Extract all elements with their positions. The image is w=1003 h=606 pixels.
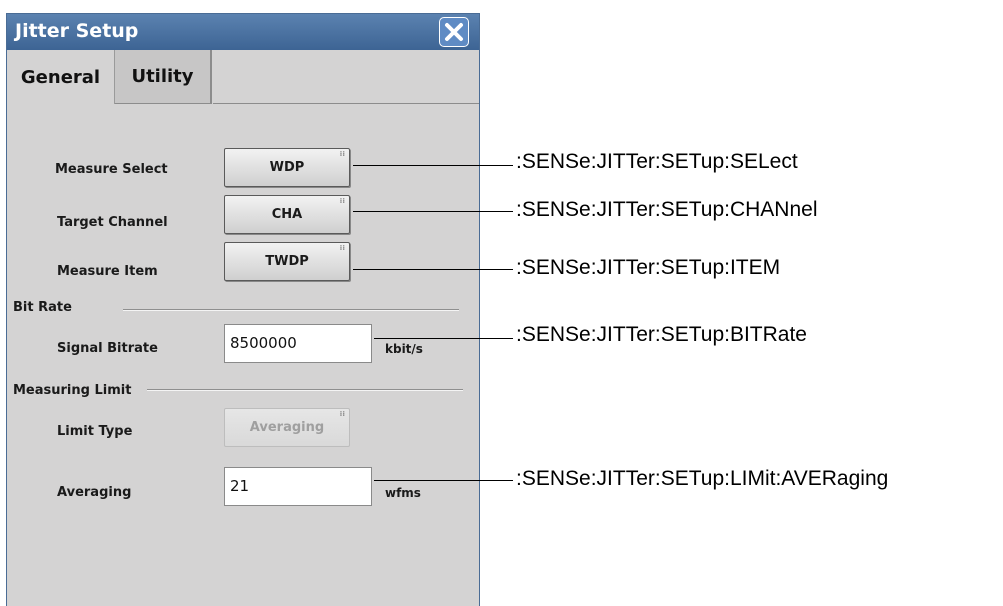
callout-line-bitrate — [374, 338, 513, 339]
tab-utility[interactable]: Utility — [115, 50, 212, 104]
measure-item-button[interactable]: TWDP ⁝⁝ — [224, 242, 350, 281]
signal-bitrate-input[interactable]: 8500000 — [224, 324, 372, 363]
averaging-unit: wfms — [385, 486, 421, 500]
options-indicator-icon: ⁝⁝ — [339, 197, 345, 205]
callout-item: :SENSe:JITTer:SETup:ITEM — [516, 256, 781, 279]
close-icon — [445, 23, 463, 41]
options-indicator-icon: ⁝⁝ — [339, 244, 345, 252]
target-channel-label: Target Channel — [57, 215, 168, 230]
callout-line-select — [353, 165, 513, 166]
averaging-input[interactable]: 21 — [224, 467, 372, 506]
bit-rate-section-label: Bit Rate — [13, 300, 72, 315]
target-channel-button[interactable]: CHA ⁝⁝ — [224, 195, 350, 234]
tab-general[interactable]: General — [7, 50, 115, 104]
measure-select-value: WDP — [269, 160, 305, 175]
callout-channel: :SENSe:JITTer:SETup:CHANnel — [516, 198, 818, 221]
callout-select: :SENSe:JITTer:SETup:SELect — [516, 150, 798, 173]
measure-select-label: Measure Select — [55, 162, 168, 177]
callout-line-averaging — [374, 480, 513, 481]
measuring-limit-section-label: Measuring Limit — [13, 383, 132, 398]
limit-type-button: Averaging ⁝⁝ — [224, 408, 350, 447]
measuring-limit-divider — [147, 389, 463, 391]
callout-line-channel — [353, 211, 513, 212]
measure-item-label: Measure Item — [57, 264, 158, 279]
signal-bitrate-label: Signal Bitrate — [57, 341, 158, 356]
limit-type-value: Averaging — [249, 420, 325, 435]
options-indicator-icon: ⁝⁝ — [339, 410, 345, 418]
jitter-setup-dialog: Jitter Setup General Utility Measure Sel… — [6, 13, 480, 606]
measure-item-value: TWDP — [265, 254, 309, 269]
callout-bitrate: :SENSe:JITTer:SETup:BITRate — [516, 323, 807, 346]
measure-select-button[interactable]: WDP ⁝⁝ — [224, 148, 350, 187]
close-button[interactable] — [439, 17, 469, 47]
options-indicator-icon: ⁝⁝ — [339, 150, 345, 158]
limit-type-label: Limit Type — [57, 424, 133, 439]
bit-rate-divider — [123, 309, 459, 311]
tab-bar: General Utility — [7, 50, 479, 104]
averaging-label: Averaging — [57, 485, 132, 500]
target-channel-value: CHA — [271, 207, 303, 222]
dialog-title: Jitter Setup — [15, 20, 139, 42]
callout-line-item — [353, 269, 513, 270]
signal-bitrate-unit: kbit/s — [385, 342, 423, 356]
callout-averaging: :SENSe:JITTer:SETup:LIMit:AVERaging — [516, 467, 889, 490]
title-bar: Jitter Setup — [7, 14, 479, 50]
